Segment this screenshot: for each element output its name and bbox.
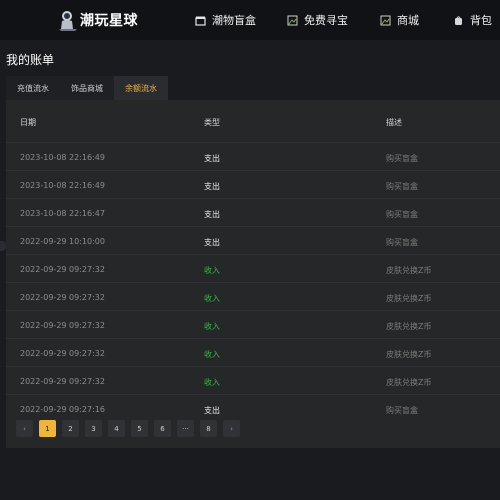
table-row: 2022-09-29 09:27:32 收入 皮肤兑换Z币 bbox=[6, 282, 500, 310]
row-description: 购买盲盒 bbox=[386, 210, 418, 219]
site-logo[interactable]: 潮玩星球 bbox=[58, 6, 138, 34]
column-header-description: 描述 bbox=[386, 118, 402, 127]
page-button[interactable]: 5 bbox=[131, 420, 148, 437]
row-description: 皮肤兑换Z币 bbox=[386, 350, 432, 359]
table-row: 2022-09-29 09:27:32 收入 皮肤兑换Z币 bbox=[6, 338, 500, 366]
row-type: 收入 bbox=[204, 350, 220, 359]
row-type: 支出 bbox=[204, 182, 220, 191]
nav-item-shop[interactable]: 商城 bbox=[380, 12, 419, 28]
astronaut-logo-icon bbox=[58, 9, 78, 31]
row-date: 2022-09-29 09:27:32 bbox=[20, 377, 105, 386]
row-date: 2023-10-08 22:16:47 bbox=[20, 209, 105, 218]
page-ellipsis-button[interactable]: ··· bbox=[177, 420, 194, 437]
table-row: 2023-10-08 22:16:49 支出 购买盲盒 bbox=[6, 170, 500, 198]
treasure-icon bbox=[287, 15, 298, 26]
row-description: 购买盲盒 bbox=[386, 238, 418, 247]
nav-label: 免费寻宝 bbox=[304, 14, 348, 27]
row-description: 皮肤兑换Z币 bbox=[386, 378, 432, 387]
prev-page-button[interactable]: ‹ bbox=[16, 420, 33, 437]
logo-text: 潮玩星球 bbox=[80, 13, 138, 29]
table-row: 2022-09-29 09:27:32 收入 皮肤兑换Z币 bbox=[6, 366, 500, 394]
row-date: 2022-09-29 09:27:32 bbox=[20, 321, 105, 330]
table-row: 2022-09-29 09:27:16 支出 购买盲盒 bbox=[6, 394, 500, 422]
page-button[interactable]: 6 bbox=[154, 420, 171, 437]
row-date: 2023-10-08 22:16:49 bbox=[20, 153, 105, 162]
row-type: 支出 bbox=[204, 210, 220, 219]
column-header-date: 日期 bbox=[20, 118, 36, 127]
row-type: 收入 bbox=[204, 322, 220, 331]
page-button[interactable]: 4 bbox=[108, 420, 125, 437]
page-button[interactable]: 1 bbox=[39, 420, 56, 437]
row-description: 皮肤兑换Z币 bbox=[386, 266, 432, 275]
row-date: 2022-09-29 10:10:00 bbox=[20, 237, 105, 246]
next-page-button[interactable]: › bbox=[223, 420, 240, 437]
page-button[interactable]: 8 bbox=[200, 420, 217, 437]
table-row: 2022-09-29 10:10:00 支出 购买盲盒 bbox=[6, 226, 500, 254]
row-date: 2022-09-29 09:27:16 bbox=[20, 405, 105, 414]
page-title: 我的账单 bbox=[6, 53, 55, 67]
backpack-icon bbox=[453, 15, 464, 26]
nav-label: 商城 bbox=[397, 14, 419, 27]
nav-label: 背包 bbox=[470, 14, 492, 27]
row-description: 购买盲盒 bbox=[386, 154, 418, 163]
top-navigation-bar: 潮玩星球 潮物盲盒 免费寻宝 商城 背包 bbox=[0, 0, 500, 40]
pagination: ‹ 1 2 3 4 5 6 ··· 8 › bbox=[16, 420, 246, 437]
nav-label: 潮物盲盒 bbox=[212, 14, 256, 27]
nav-item-backpack[interactable]: 背包 bbox=[453, 12, 492, 28]
row-description: 皮肤兑换Z币 bbox=[386, 322, 432, 331]
row-type: 支出 bbox=[204, 238, 220, 247]
row-description: 购买盲盒 bbox=[386, 182, 418, 191]
tab-recharge-history[interactable]: 充值流水 bbox=[6, 76, 60, 100]
box-icon bbox=[195, 15, 206, 26]
row-description: 购买盲盒 bbox=[386, 406, 418, 415]
row-type: 收入 bbox=[204, 266, 220, 275]
table-header: 日期 类型 描述 bbox=[6, 100, 500, 142]
bill-tabs: 充值流水 饰品商城 余额流水 bbox=[6, 76, 168, 100]
row-date: 2023-10-08 22:16:49 bbox=[20, 181, 105, 190]
row-type: 支出 bbox=[204, 406, 220, 415]
tab-item-mall[interactable]: 饰品商城 bbox=[60, 76, 114, 100]
table-row: 2022-09-29 09:27:32 收入 皮肤兑换Z币 bbox=[6, 254, 500, 282]
row-date: 2022-09-29 09:27:32 bbox=[20, 293, 105, 302]
row-date: 2022-09-29 09:27:32 bbox=[20, 265, 105, 274]
table-row: 2023-10-08 22:16:47 支出 购买盲盒 bbox=[6, 198, 500, 226]
table-row: 2022-09-29 09:27:32 收入 皮肤兑换Z币 bbox=[6, 310, 500, 338]
page-button[interactable]: 2 bbox=[62, 420, 79, 437]
nav-item-free-treasure[interactable]: 免费寻宝 bbox=[287, 12, 348, 28]
nav-item-blind-box[interactable]: 潮物盲盒 bbox=[195, 12, 256, 28]
row-type: 收入 bbox=[204, 294, 220, 303]
shop-icon bbox=[380, 15, 391, 26]
tab-balance-history[interactable]: 余额流水 bbox=[114, 76, 168, 100]
row-description: 皮肤兑换Z币 bbox=[386, 294, 432, 303]
row-type: 收入 bbox=[204, 378, 220, 387]
column-header-type: 类型 bbox=[204, 118, 220, 127]
table-row: 2023-10-08 22:16:49 支出 购买盲盒 bbox=[6, 142, 500, 170]
page-button[interactable]: 3 bbox=[85, 420, 102, 437]
row-date: 2022-09-29 09:27:32 bbox=[20, 349, 105, 358]
bill-table-panel: 日期 类型 描述 2023-10-08 22:16:49 支出 购买盲盒 2023-1… bbox=[6, 100, 500, 448]
row-type: 支出 bbox=[204, 154, 220, 163]
